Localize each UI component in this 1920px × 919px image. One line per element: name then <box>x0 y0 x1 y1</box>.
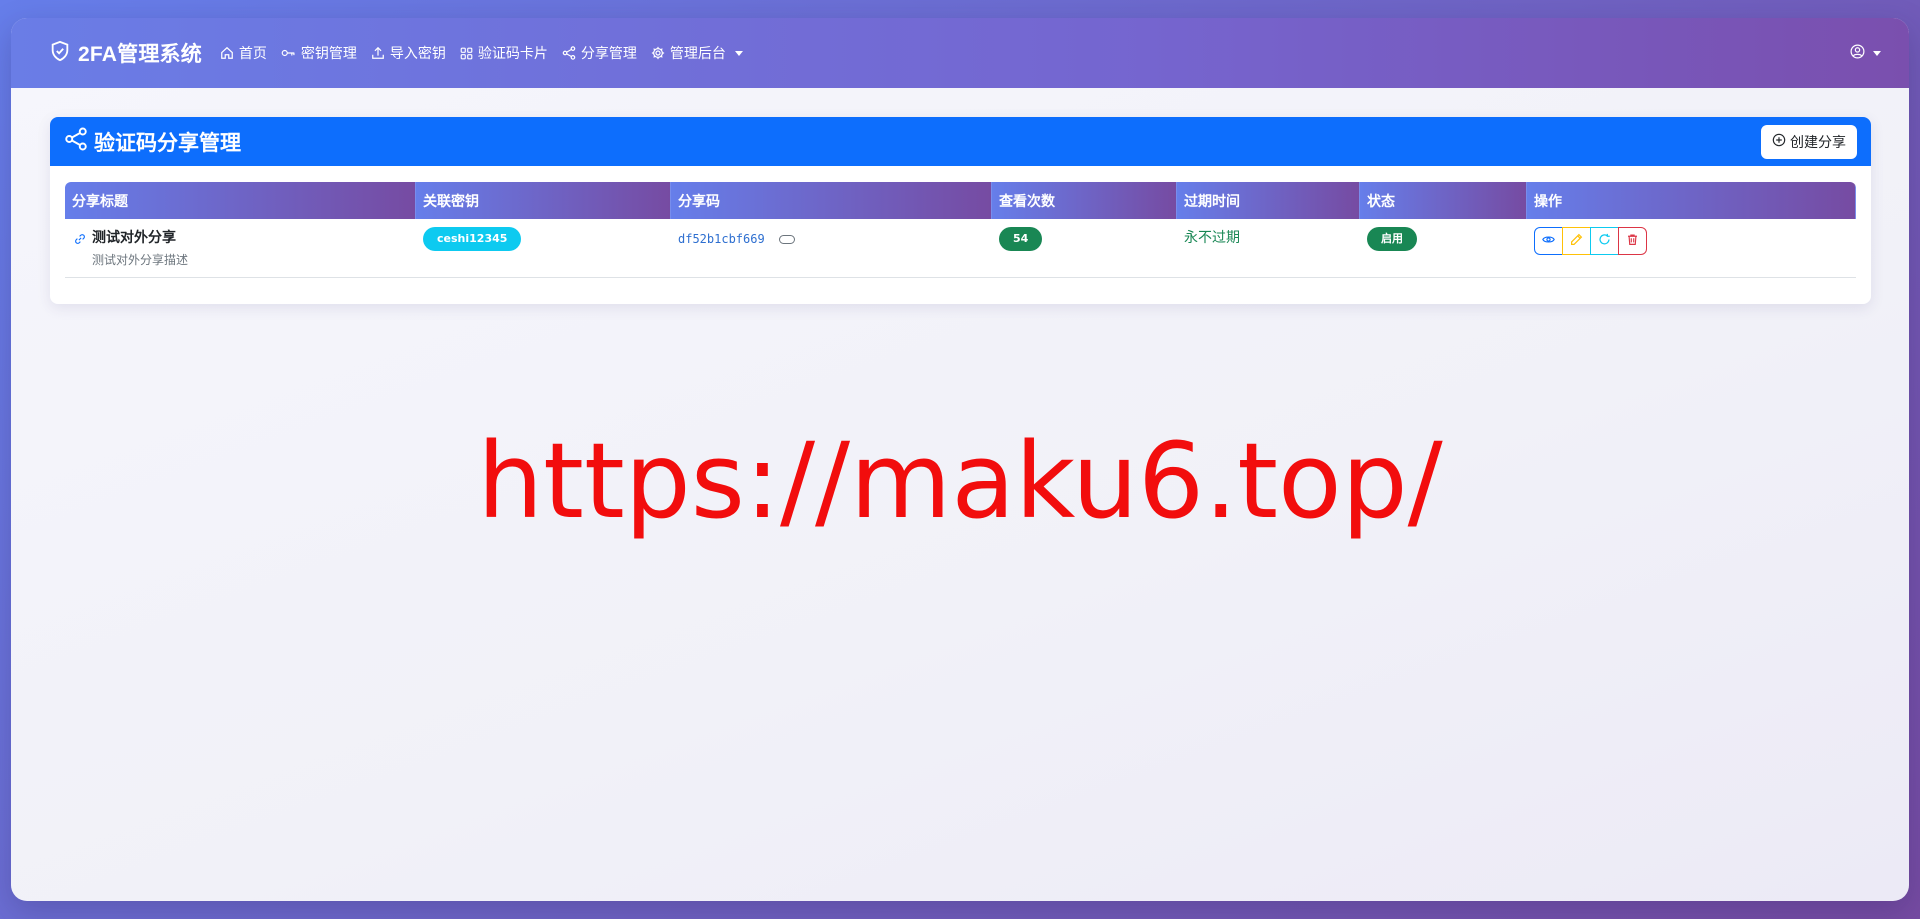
user-menu[interactable] <box>1850 44 1881 63</box>
card-header: 验证码分享管理 创建分享 <box>50 117 1871 166</box>
status-badge: 启用 <box>1367 227 1417 251</box>
actions-cell <box>1527 219 1856 278</box>
expire-cell: 永不过期 <box>1177 219 1360 278</box>
brand[interactable]: 2FA管理系统 <box>49 38 202 68</box>
share-icon <box>562 46 576 60</box>
view-count-badge: 54 <box>999 227 1043 251</box>
column-header: 操作 <box>1527 182 1856 219</box>
nav-item-keys[interactable]: 密钥管理 <box>281 43 357 63</box>
nav-links: 首页 密钥管理 导入密钥 验证码卡片 分享管理 管理后台 <box>220 43 743 63</box>
refresh-icon <box>1598 233 1611 250</box>
user-circle-icon <box>1850 44 1865 63</box>
pencil-icon <box>1570 233 1583 250</box>
top-navbar: 2FA管理系统 首页 密钥管理 导入密钥 验证码卡片 分享管理 管理后台 <box>11 18 1909 88</box>
trash-icon <box>1626 233 1639 250</box>
link-icon <box>74 227 86 268</box>
eye-icon <box>1542 233 1555 250</box>
share-table: 分享标题 关联密钥 分享码 查看次数 过期时间 状态 操作 测试对外分享 测试对… <box>65 182 1856 278</box>
key-badge: ceshi12345 <box>423 227 522 251</box>
edit-button[interactable] <box>1562 227 1591 255</box>
chevron-down-icon <box>1873 50 1881 56</box>
nav-item-cards[interactable]: 验证码卡片 <box>460 43 548 63</box>
views-cell: 54 <box>992 219 1177 278</box>
copy-code-button[interactable] <box>778 235 795 244</box>
share-description: 测试对外分享描述 <box>92 253 189 267</box>
share-icon <box>64 127 88 157</box>
grid-icon <box>460 47 473 60</box>
table-header-row: 分享标题 关联密钥 分享码 查看次数 过期时间 状态 操作 <box>65 182 1856 219</box>
delete-button[interactable] <box>1618 227 1647 255</box>
key-cell: ceshi12345 <box>416 219 671 278</box>
nav-item-label: 导入密钥 <box>389 46 446 62</box>
nav-item-share[interactable]: 分享管理 <box>562 43 637 63</box>
code-cell: df52b1cbf669 <box>671 219 992 278</box>
create-share-button[interactable]: 创建分享 <box>1761 124 1857 159</box>
column-header: 分享码 <box>671 182 992 219</box>
key-icon <box>281 46 296 60</box>
action-button-group <box>1534 227 1647 255</box>
nav-item-label: 分享管理 <box>580 46 637 62</box>
nav-item-import[interactable]: 导入密钥 <box>371 43 446 63</box>
page-title: 验证码分享管理 <box>94 131 241 155</box>
chevron-down-icon <box>734 50 743 56</box>
share-management-card: 验证码分享管理 创建分享 分享标题 关联密钥 分享码 查看次数 过期时间 状态 … <box>50 117 1871 304</box>
nav-item-label: 验证码卡片 <box>477 46 548 62</box>
card-title: 验证码分享管理 <box>64 127 241 157</box>
view-button[interactable] <box>1534 227 1563 255</box>
share-code: df52b1cbf669 <box>678 232 765 246</box>
status-cell: 启用 <box>1360 219 1527 278</box>
nav-item-admin[interactable]: 管理后台 <box>651 43 743 63</box>
nav-item-label: 密钥管理 <box>300 46 357 62</box>
column-header: 查看次数 <box>992 182 1177 219</box>
create-share-label: 创建分享 <box>1790 134 1846 151</box>
nav-item-label: 管理后台 <box>669 46 726 62</box>
upload-icon <box>371 46 385 60</box>
nav-item-home[interactable]: 首页 <box>220 43 267 63</box>
gear-icon <box>651 46 665 60</box>
table-row: 测试对外分享 测试对外分享描述 ceshi12345 df52b1cbf669 <box>65 219 1856 278</box>
share-title: 测试对外分享 <box>92 230 176 246</box>
refresh-button[interactable] <box>1590 227 1619 255</box>
column-header: 状态 <box>1360 182 1527 219</box>
house-icon <box>220 46 234 60</box>
shield-check-icon <box>49 40 71 66</box>
column-header: 关联密钥 <box>416 182 671 219</box>
brand-title: 2FA管理系统 <box>78 43 202 66</box>
share-table-wrapper: 分享标题 关联密钥 分享码 查看次数 过期时间 状态 操作 测试对外分享 测试对… <box>65 182 1856 278</box>
expire-text: 永不过期 <box>1184 230 1240 246</box>
nav-item-label: 首页 <box>238 46 267 62</box>
plus-circle-icon <box>1772 133 1786 151</box>
column-header: 分享标题 <box>65 182 416 219</box>
watermark-url: https://maku6.top/ <box>477 420 1443 542</box>
title-cell: 测试对外分享 测试对外分享描述 <box>65 219 416 278</box>
column-header: 过期时间 <box>1177 182 1360 219</box>
